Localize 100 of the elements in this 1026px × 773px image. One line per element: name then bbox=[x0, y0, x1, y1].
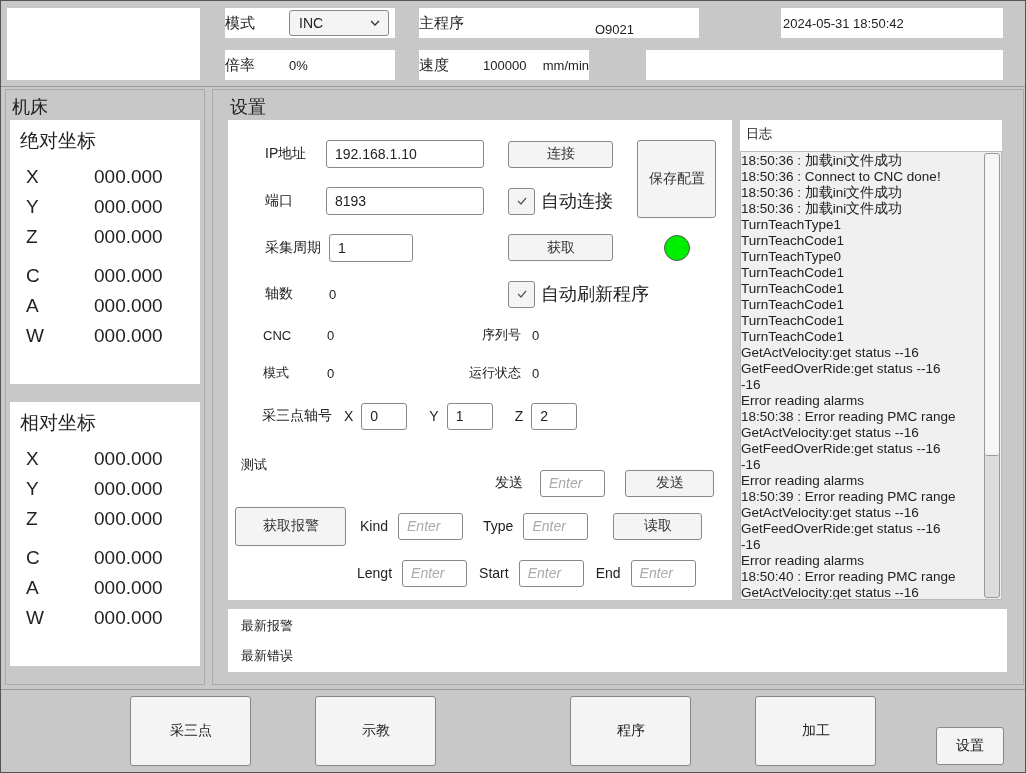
main-program-label: 主程序 bbox=[419, 14, 465, 33]
axis-label: A bbox=[25, 577, 40, 599]
send-field[interactable]: Enter bbox=[540, 469, 605, 497]
log-line: Error reading alarms bbox=[741, 393, 866, 409]
axis-value: 000.000 bbox=[94, 448, 163, 470]
info-label: CNC bbox=[263, 327, 293, 343]
panel-title: 设置 bbox=[229, 96, 267, 119]
card-title: 相对坐标 bbox=[20, 411, 97, 435]
axis-label: C bbox=[25, 547, 41, 569]
log-title: 日志 bbox=[740, 120, 1002, 151]
period-field[interactable]: 1 bbox=[329, 233, 413, 262]
log-line: 18:50:36 : 加载ini文件成功 bbox=[741, 153, 904, 169]
axis-value: 000.000 bbox=[94, 295, 163, 317]
scrollbar[interactable] bbox=[984, 153, 1000, 598]
section-title: 测试 bbox=[241, 456, 268, 474]
axis-label: Y bbox=[25, 196, 40, 218]
log-line: -16 bbox=[741, 457, 762, 473]
speed-label: 速度 bbox=[419, 55, 450, 75]
nav-button[interactable]: 设置 bbox=[936, 727, 1004, 765]
port-field[interactable]: 8193 bbox=[326, 187, 484, 215]
axis-label: Y bbox=[25, 478, 40, 500]
check-icon bbox=[515, 289, 528, 299]
speed-value: 100000 bbox=[483, 57, 528, 73]
latest-alarm-label: 最新报警 bbox=[241, 616, 294, 635]
get-alarm-button[interactable]: 获取报警 bbox=[235, 506, 346, 546]
info-label: 运行状态 bbox=[468, 364, 521, 382]
field-label: End bbox=[595, 565, 621, 581]
axis-label: W bbox=[25, 325, 45, 347]
checkbox-label: 自动刷新程序 bbox=[541, 283, 649, 306]
axis-value: 000.000 bbox=[94, 547, 163, 569]
info-value: 0 bbox=[327, 365, 336, 381]
field-label: IP地址 bbox=[265, 145, 308, 163]
axis-value: 000.000 bbox=[94, 226, 163, 248]
log-line: TurnTeachCode1 bbox=[741, 265, 846, 281]
log-line: TurnTeachCode1 bbox=[741, 297, 846, 313]
nav-button[interactable]: 示教 bbox=[315, 696, 436, 766]
end-field[interactable]: Enter bbox=[630, 559, 696, 587]
save-config-button[interactable]: 保存配置 bbox=[637, 140, 716, 218]
datetime: 2024-05-31 18:50:42 bbox=[783, 15, 904, 31]
axis-label: C bbox=[25, 265, 41, 287]
field-label: 采集周期 bbox=[265, 238, 322, 257]
mode-dropdown[interactable]: INC bbox=[289, 10, 389, 36]
mode-label: 模式 bbox=[225, 13, 256, 33]
axis-number-field[interactable]: 1 bbox=[446, 402, 493, 430]
card-title: 绝对坐标 bbox=[20, 129, 97, 153]
log-line: 18:50:36 : 加载ini文件成功 bbox=[741, 185, 904, 201]
nav-button[interactable]: 加工 bbox=[755, 696, 876, 766]
scrollbar-thumb[interactable] bbox=[985, 154, 999, 457]
log-line: 18:50:36 : 加载ini文件成功 bbox=[741, 201, 904, 217]
fetch-button[interactable]: 获取 bbox=[508, 234, 613, 261]
checkbox-label: 自动连接 bbox=[541, 190, 613, 213]
info-label: 模式 bbox=[263, 364, 290, 382]
info-value: 0 bbox=[532, 327, 540, 343]
log-line: Error reading alarms bbox=[741, 473, 866, 489]
log-line: TurnTeachCode1 bbox=[741, 329, 846, 345]
kind-field[interactable]: Enter bbox=[398, 512, 464, 540]
field-label: Start bbox=[479, 565, 509, 581]
send-button[interactable]: 发送 bbox=[625, 469, 714, 497]
log-line: TurnTeachCode1 bbox=[741, 281, 846, 297]
length-field[interactable]: Enter bbox=[402, 559, 468, 587]
type-field[interactable]: Enter bbox=[523, 512, 589, 540]
axis-label: X bbox=[25, 448, 40, 470]
log-line: GetFeedOverRide:get status --16 bbox=[741, 361, 942, 377]
axis-value: 000.000 bbox=[94, 607, 163, 629]
axis-label: A bbox=[25, 295, 40, 317]
field-label: Lengt bbox=[357, 565, 393, 581]
log-line: GetFeedOverRide:get status --16 bbox=[741, 521, 942, 537]
connect-button[interactable]: 连接 bbox=[508, 140, 613, 168]
start-field[interactable]: Enter bbox=[518, 559, 584, 587]
axis-count-value: 0 bbox=[328, 286, 338, 302]
rate-label: 倍率 bbox=[225, 55, 256, 75]
latest-error-label: 最新错误 bbox=[241, 646, 294, 665]
info-value: 0 bbox=[327, 327, 336, 343]
axis-label: X bbox=[25, 166, 40, 188]
checkbox[interactable] bbox=[508, 280, 535, 308]
log-line: 18:50:36 : Connect to CNC done! bbox=[741, 169, 942, 185]
log-line: -16 bbox=[741, 537, 762, 553]
log-line: 18:50:40 : Error reading PMC range bbox=[741, 569, 957, 585]
field-label: Type bbox=[483, 518, 514, 534]
axis-value: 000.000 bbox=[94, 508, 163, 530]
nav-button[interactable]: 程序 bbox=[570, 696, 691, 766]
ip-field[interactable]: 192.168.1.10 bbox=[326, 140, 484, 168]
axis-label: Z bbox=[25, 226, 39, 248]
read-button[interactable]: 读取 bbox=[613, 512, 703, 540]
axis-value: 000.000 bbox=[94, 577, 163, 599]
axis-label: Z bbox=[25, 508, 39, 530]
axis-number-field[interactable]: 0 bbox=[361, 402, 408, 430]
axis-value: 000.000 bbox=[94, 325, 163, 347]
field-label: 轴数 bbox=[265, 285, 294, 303]
panel-title: 机床 bbox=[11, 96, 49, 119]
log-line: TurnTeachType0 bbox=[741, 249, 843, 265]
field-label: Kind bbox=[360, 518, 389, 534]
field-label: 采三点轴号 bbox=[262, 407, 332, 425]
checkbox[interactable] bbox=[508, 187, 535, 215]
log-line: GetActVelocity:get status --16 bbox=[741, 425, 920, 441]
axis-value: 000.000 bbox=[94, 265, 163, 287]
axis-label: Y bbox=[429, 408, 439, 424]
axis-number-field[interactable]: 2 bbox=[531, 402, 578, 430]
nav-button[interactable]: 采三点 bbox=[130, 696, 251, 766]
log-line: GetActVelocity:get status --16 bbox=[741, 585, 920, 599]
